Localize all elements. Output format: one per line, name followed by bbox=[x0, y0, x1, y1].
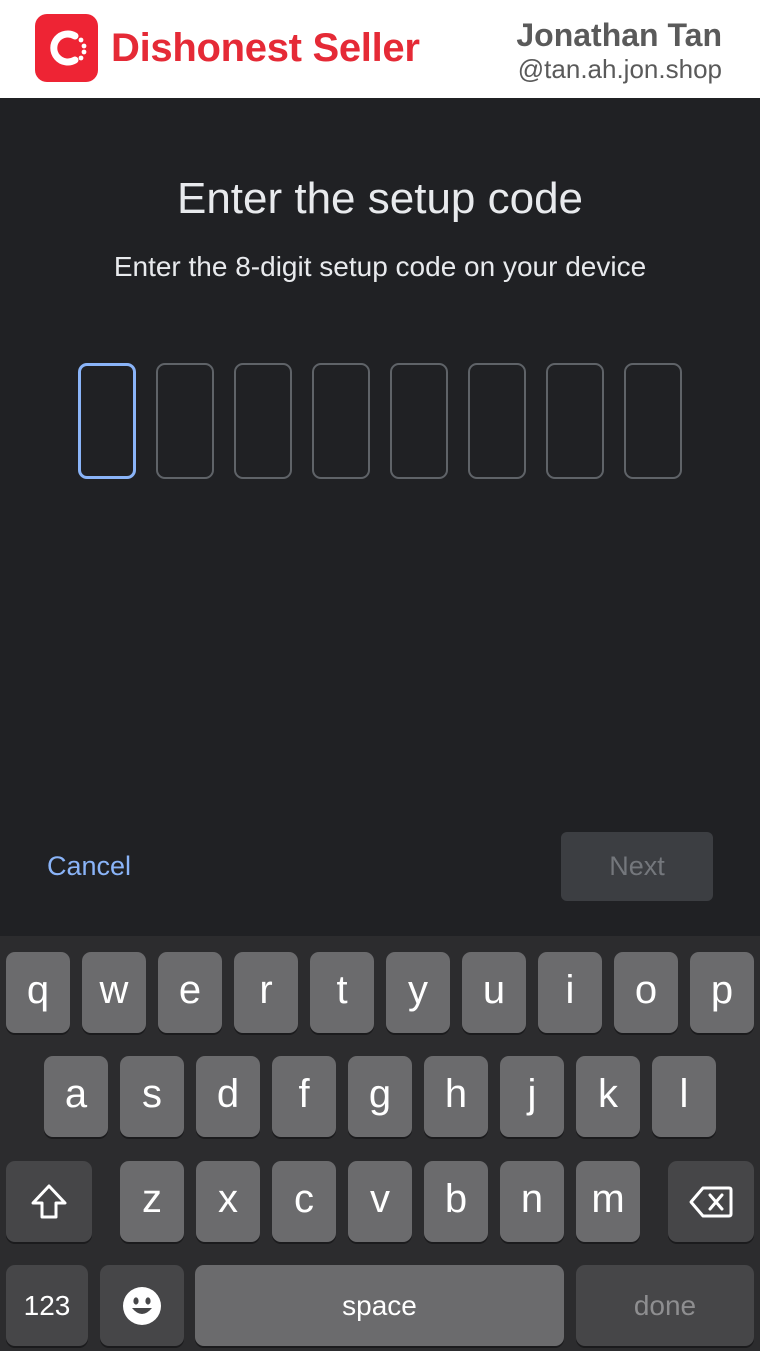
key-p[interactable]: p bbox=[690, 952, 754, 1033]
key-v[interactable]: v bbox=[348, 1161, 412, 1242]
key-r[interactable]: r bbox=[234, 952, 298, 1033]
key-y[interactable]: y bbox=[386, 952, 450, 1033]
space-key[interactable]: space bbox=[195, 1265, 564, 1346]
shift-key[interactable] bbox=[6, 1161, 92, 1242]
done-key[interactable]: done bbox=[576, 1265, 754, 1346]
backspace-key[interactable] bbox=[668, 1161, 754, 1242]
key-k[interactable]: k bbox=[576, 1056, 640, 1137]
code-digit-7[interactable] bbox=[546, 363, 604, 479]
key-o[interactable]: o bbox=[614, 952, 678, 1033]
setup-code-screen: Enter the setup code Enter the 8-digit s… bbox=[0, 98, 760, 936]
key-d[interactable]: d bbox=[196, 1056, 260, 1137]
watermark-author: Jonathan Tan @tan.ah.jon.shop bbox=[516, 16, 722, 84]
key-e[interactable]: e bbox=[158, 952, 222, 1033]
author-name: Jonathan Tan bbox=[516, 17, 722, 53]
key-q[interactable]: q bbox=[6, 952, 70, 1033]
page-title: Enter the setup code bbox=[176, 174, 584, 223]
backspace-icon bbox=[689, 1186, 733, 1217]
code-digit-2[interactable] bbox=[156, 363, 214, 479]
key-b[interactable]: b bbox=[424, 1161, 488, 1242]
key-w[interactable]: w bbox=[82, 952, 146, 1033]
key-j[interactable]: j bbox=[500, 1056, 564, 1137]
key-n[interactable]: n bbox=[500, 1161, 564, 1242]
watermark-header: Dishonest Seller Jonathan Tan @tan.ah.jo… bbox=[0, 0, 760, 98]
key-h[interactable]: h bbox=[424, 1056, 488, 1137]
code-digit-1[interactable] bbox=[78, 363, 136, 479]
key-g[interactable]: g bbox=[348, 1056, 412, 1137]
key-t[interactable]: t bbox=[310, 952, 374, 1033]
key-a[interactable]: a bbox=[44, 1056, 108, 1137]
watermark-brand: Dishonest Seller bbox=[111, 26, 420, 70]
code-digit-4[interactable] bbox=[312, 363, 370, 479]
code-digit-3[interactable] bbox=[234, 363, 292, 479]
code-digit-8[interactable] bbox=[624, 363, 682, 479]
shift-arrow-icon bbox=[31, 1184, 67, 1218]
key-m[interactable]: m bbox=[576, 1161, 640, 1242]
key-l[interactable]: l bbox=[652, 1056, 716, 1137]
emoji-icon bbox=[123, 1286, 161, 1325]
page-subtitle: Enter the 8-digit setup code on your dev… bbox=[113, 251, 647, 282]
key-x[interactable]: x bbox=[196, 1161, 260, 1242]
key-i[interactable]: i bbox=[538, 952, 602, 1033]
key-c[interactable]: c bbox=[272, 1161, 336, 1242]
code-digit-6[interactable] bbox=[468, 363, 526, 479]
code-digit-5[interactable] bbox=[390, 363, 448, 479]
keyboard: q w e r t y u i o p a s d f g h j k l z … bbox=[0, 936, 760, 1351]
key-s[interactable]: s bbox=[120, 1056, 184, 1137]
author-handle: @tan.ah.jon.shop bbox=[517, 54, 722, 84]
key-f[interactable]: f bbox=[272, 1056, 336, 1137]
key-u[interactable]: u bbox=[462, 952, 526, 1033]
next-button[interactable]: Next bbox=[561, 832, 713, 901]
carousell-logo-icon bbox=[35, 14, 98, 82]
numbers-key[interactable]: 123 bbox=[6, 1265, 88, 1346]
key-z[interactable]: z bbox=[120, 1161, 184, 1242]
emoji-key[interactable] bbox=[100, 1265, 184, 1346]
cancel-button[interactable]: Cancel bbox=[47, 850, 131, 882]
